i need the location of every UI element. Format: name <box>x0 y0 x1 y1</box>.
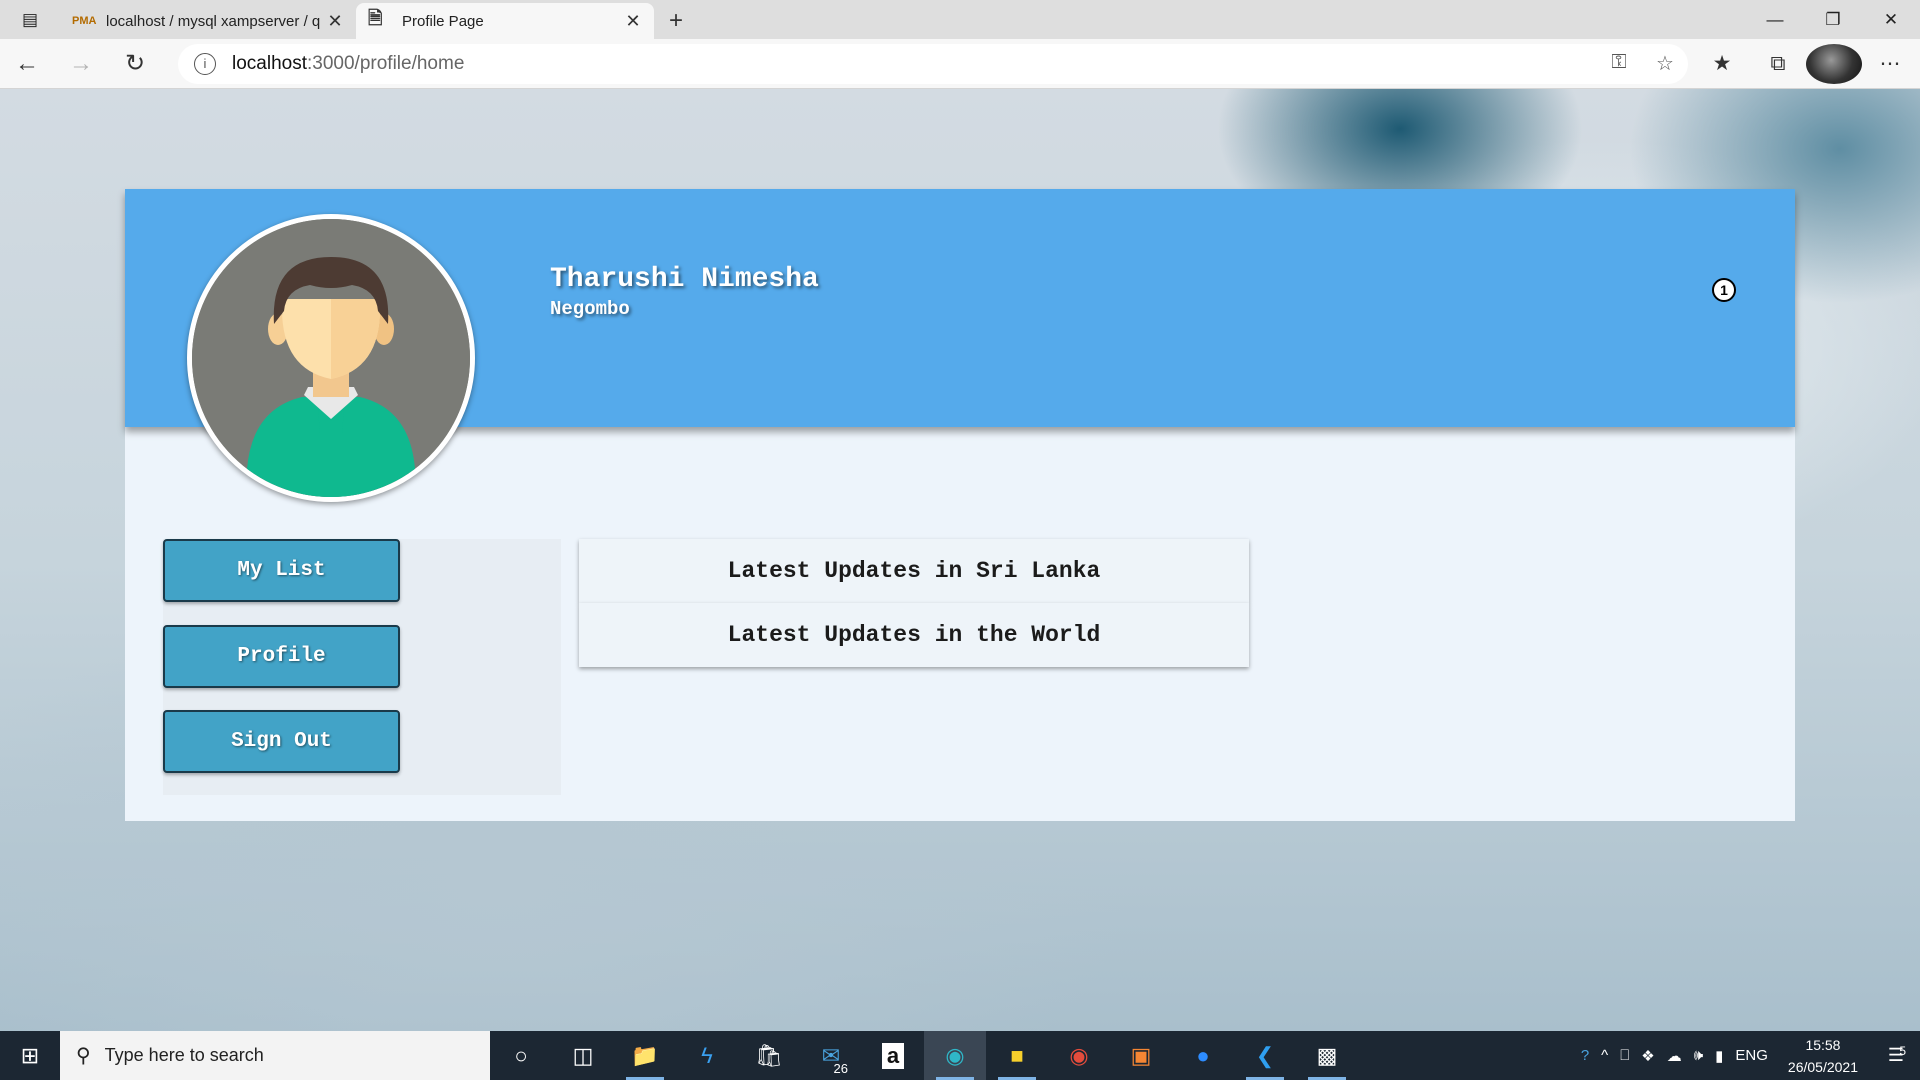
system-tray: ? ^ ⎕ ❖ ☁ 🕪 ▮ ENG 15:58 26/05/2021 ☰ 5 <box>1575 1031 1920 1080</box>
xampp-icon[interactable]: ▣ <box>1110 1031 1172 1080</box>
notification-center-icon[interactable]: ☰ 5 <box>1872 1044 1920 1066</box>
azure-data-studio-icon[interactable]: ϟ <box>676 1031 738 1080</box>
profile-name: Tharushi Nimesha <box>550 264 819 295</box>
favorites-icon[interactable]: ★ <box>1694 44 1750 84</box>
clock-date: 26/05/2021 <box>1787 1058 1858 1075</box>
tab-bar: ▤ PMA localhost / mysql xampserver / q ✕… <box>0 0 1920 39</box>
tab-actions-icon[interactable]: ▤ <box>0 0 60 39</box>
vscode-icon[interactable]: ❮ <box>1234 1031 1296 1080</box>
close-tab-icon[interactable]: ✕ <box>326 11 344 32</box>
taskbar: ⊞ ⚲ Type here to search ○ ◫ 📁 ϟ 🛍 ✉ 26 a … <box>0 1031 1920 1080</box>
my-list-button[interactable]: My List <box>163 539 400 602</box>
page-icon: 🗎 <box>368 8 383 28</box>
tab-title: Profile Page <box>402 12 484 30</box>
task-view-icon[interactable]: ◫ <box>552 1031 614 1080</box>
url-path: :3000/profile/home <box>307 52 465 74</box>
battery-icon[interactable]: ▮ <box>1709 1047 1729 1065</box>
taskbar-search[interactable]: ⚲ Type here to search <box>60 1031 490 1080</box>
windows-start-icon[interactable]: ⊞ <box>0 1031 60 1080</box>
cortana-icon[interactable]: ○ <box>490 1031 552 1080</box>
forward-icon[interactable]: → <box>54 44 108 84</box>
terminal-icon[interactable]: ▩ <box>1296 1031 1358 1080</box>
restore-icon[interactable]: ❐ <box>1804 0 1862 39</box>
tab-phpmyadmin[interactable]: PMA localhost / mysql xampserver / q ✕ <box>60 3 356 39</box>
device-icon[interactable]: ⎕ <box>1614 1047 1635 1064</box>
profile-avatar-icon[interactable] <box>1806 43 1862 84</box>
notification-badge[interactable]: 1 <box>1712 278 1736 302</box>
latest-updates-world[interactable]: Latest Updates in the World <box>579 603 1249 667</box>
browser-toolbar: ← → ↻ i localhost :3000/profile/home ⚿ ☆… <box>0 39 1920 89</box>
close-tab-icon[interactable]: ✕ <box>624 11 642 32</box>
add-favorite-icon[interactable]: ☆ <box>1642 51 1688 76</box>
zoom-icon[interactable]: ● <box>1172 1031 1234 1080</box>
url-host: localhost <box>232 52 307 74</box>
onedrive-icon[interactable]: ☁ <box>1661 1047 1688 1065</box>
key-icon[interactable]: ⚿ <box>1596 51 1642 76</box>
window-controls: — ❐ ✕ <box>1746 0 1920 39</box>
search-placeholder: Type here to search <box>104 1045 264 1065</box>
clock-time: 15:58 <box>1805 1036 1841 1053</box>
collections-icon[interactable]: ⧉ <box>1750 44 1806 84</box>
new-tab-icon[interactable]: + <box>654 3 698 39</box>
chevron-up-icon[interactable]: ^ <box>1595 1047 1614 1064</box>
reload-icon[interactable]: ↻ <box>108 44 162 84</box>
amazon-icon[interactable]: a <box>862 1031 924 1080</box>
more-options-icon[interactable]: ⋯ <box>1862 44 1918 84</box>
mail-badge: 26 <box>829 1061 852 1076</box>
tab-title: localhost / mysql xampserver / q <box>106 12 321 30</box>
profile-button[interactable]: Profile <box>163 625 400 688</box>
notification-center-badge: 5 <box>1899 1044 1906 1058</box>
volume-icon[interactable]: 🕪 <box>1688 1047 1709 1064</box>
sign-out-button[interactable]: Sign Out <box>163 710 400 773</box>
mail-icon[interactable]: ✉ 26 <box>800 1031 862 1080</box>
address-bar[interactable]: i localhost :3000/profile/home ⚿ ☆ <box>178 43 1688 84</box>
user-avatar-icon <box>192 219 470 497</box>
search-icon: ⚲ <box>76 1045 91 1067</box>
clock[interactable]: 15:58 26/05/2021 <box>1774 1034 1872 1078</box>
tab-profile-page[interactable]: 🗎 Profile Page ✕ <box>356 3 654 39</box>
page-viewport: Tharushi Nimesha Negombo 1 My List Profi… <box>0 89 1920 1031</box>
close-window-icon[interactable]: ✕ <box>1862 0 1920 39</box>
help-icon[interactable]: ? <box>1575 1047 1595 1064</box>
phpmyadmin-favicon-icon: PMA <box>72 15 97 27</box>
minimize-icon[interactable]: — <box>1746 0 1804 39</box>
dropbox-icon[interactable]: ❖ <box>1635 1047 1660 1065</box>
language-indicator[interactable]: ENG <box>1729 1047 1774 1064</box>
latest-updates-sri-lanka[interactable]: Latest Updates in Sri Lanka <box>579 539 1249 603</box>
back-icon[interactable]: ← <box>0 44 54 84</box>
chrome-icon[interactable]: ◉ <box>1048 1031 1110 1080</box>
profile-avatar <box>187 214 475 502</box>
profile-card: Tharushi Nimesha Negombo 1 My List Profi… <box>125 189 1795 821</box>
profile-city: Negombo <box>550 298 630 320</box>
sticky-notes-icon[interactable]: ■ <box>986 1031 1048 1080</box>
store-icon[interactable]: 🛍 <box>738 1031 800 1080</box>
file-explorer-icon[interactable]: 📁 <box>614 1031 676 1080</box>
info-icon[interactable]: i <box>194 52 216 75</box>
edge-icon[interactable]: ◉ <box>924 1031 986 1080</box>
